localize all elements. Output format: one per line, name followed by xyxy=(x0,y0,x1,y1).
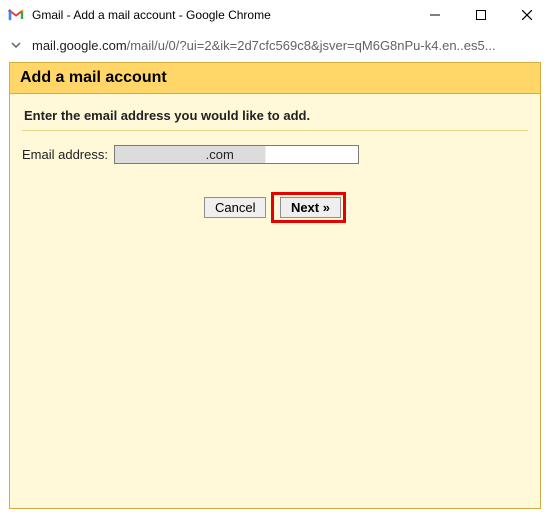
gmail-icon xyxy=(8,7,24,23)
minimize-button[interactable] xyxy=(412,0,458,30)
window-controls xyxy=(412,0,550,30)
url-path: /mail/u/0/?ui=2&ik=2d7cfc569c8&jsver=qM6… xyxy=(127,38,496,53)
url-domain: mail.google.com xyxy=(32,38,127,53)
dialog-panel: Add a mail account Enter the email addre… xyxy=(9,62,541,509)
chevron-down-icon xyxy=(10,39,22,51)
address-bar[interactable]: mail.google.com/mail/u/0/?ui=2&ik=2d7cfc… xyxy=(0,30,550,60)
highlight-annotation: Next » xyxy=(271,192,346,223)
next-button[interactable]: Next » xyxy=(280,197,341,218)
window-titlebar: Gmail - Add a mail account - Google Chro… xyxy=(0,0,550,30)
email-field[interactable] xyxy=(114,145,359,164)
email-label: Email address: xyxy=(22,147,108,162)
instruction-text: Enter the email address you would like t… xyxy=(22,104,528,131)
email-row: Email address: xyxy=(22,145,528,164)
close-button[interactable] xyxy=(504,0,550,30)
maximize-button[interactable] xyxy=(458,0,504,30)
url-text: mail.google.com/mail/u/0/?ui=2&ik=2d7cfc… xyxy=(32,38,536,53)
cancel-button[interactable]: Cancel xyxy=(204,197,266,218)
window-title: Gmail - Add a mail account - Google Chro… xyxy=(32,8,412,22)
dialog-title: Add a mail account xyxy=(10,63,540,94)
